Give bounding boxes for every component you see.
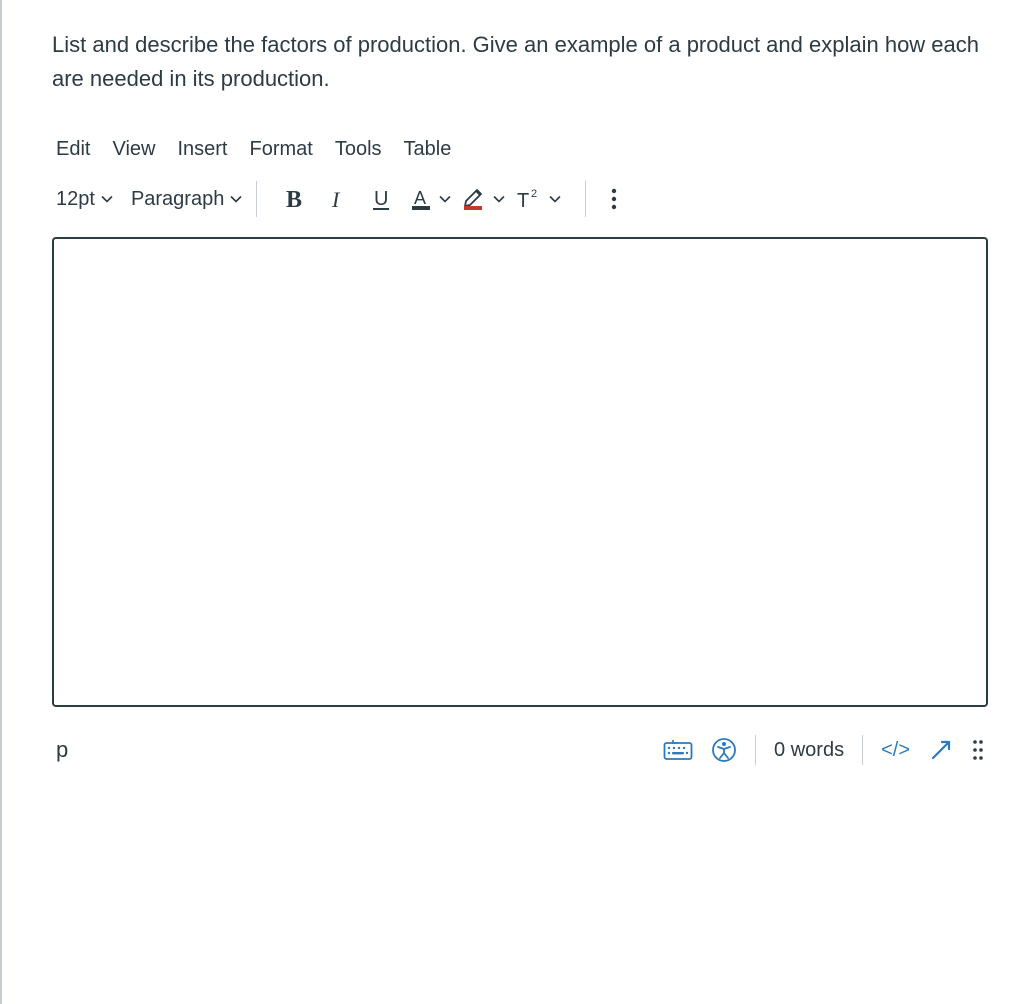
status-divider: [755, 735, 756, 765]
accessibility-icon: [711, 737, 737, 763]
font-size-value: 12pt: [56, 188, 95, 211]
text-color-icon: A: [409, 186, 433, 212]
chevron-down-icon: [230, 195, 242, 203]
word-count: 0 words: [774, 739, 844, 762]
svg-text:I: I: [331, 187, 341, 211]
chevron-down-icon: [493, 195, 505, 203]
chevron-down-icon: [549, 195, 561, 203]
highlight-icon: [461, 186, 487, 212]
menu-format[interactable]: Format: [250, 138, 313, 161]
fullscreen-button[interactable]: [928, 737, 954, 763]
svg-text:U: U: [374, 188, 388, 210]
block-style-value: Paragraph: [131, 188, 224, 211]
editor-toolbar: 12pt Paragraph B I: [52, 179, 988, 219]
highlight-color-button[interactable]: [461, 186, 505, 212]
rich-text-editor: Edit View Insert Format Tools Table 12pt…: [52, 138, 988, 765]
font-size-selector[interactable]: 12pt: [56, 188, 113, 211]
menu-view[interactable]: View: [112, 138, 155, 161]
menu-tools[interactable]: Tools: [335, 138, 382, 161]
menu-insert[interactable]: Insert: [177, 138, 227, 161]
superscript-button[interactable]: T 2: [515, 187, 561, 211]
menu-edit[interactable]: Edit: [56, 138, 90, 161]
more-options-button[interactable]: [600, 187, 628, 211]
toolbar-divider: [585, 181, 586, 217]
svg-text:B: B: [286, 187, 302, 211]
chevron-down-icon: [439, 195, 451, 203]
svg-text:T: T: [517, 190, 529, 211]
italic-button[interactable]: I: [315, 179, 359, 219]
expand-icon: [928, 737, 954, 763]
editor-textarea[interactable]: [54, 239, 986, 705]
editor-statusbar: p: [52, 735, 988, 765]
bold-button[interactable]: B: [271, 179, 315, 219]
text-color-button[interactable]: A: [409, 186, 451, 212]
accessibility-checker-button[interactable]: [711, 737, 737, 763]
html-view-button[interactable]: </>: [881, 739, 910, 762]
kebab-icon: [611, 187, 617, 211]
editor-menubar: Edit View Insert Format Tools Table: [52, 138, 988, 161]
editor-textarea-container: [52, 237, 988, 707]
keyboard-icon: [663, 739, 693, 761]
keyboard-shortcuts-button[interactable]: [663, 739, 693, 761]
question-prompt: List and describe the factors of product…: [52, 28, 988, 96]
drag-handle-icon: [972, 738, 984, 762]
block-style-selector[interactable]: Paragraph: [131, 188, 242, 211]
toolbar-divider: [256, 181, 257, 217]
chevron-down-icon: [101, 195, 113, 203]
resize-handle[interactable]: [972, 738, 984, 762]
svg-text:2: 2: [531, 188, 537, 200]
element-path[interactable]: p: [56, 737, 663, 763]
svg-text:A: A: [414, 188, 426, 208]
menu-table[interactable]: Table: [404, 138, 452, 161]
underline-button[interactable]: U: [359, 179, 403, 219]
status-divider: [862, 735, 863, 765]
superscript-icon: T 2: [515, 187, 543, 211]
